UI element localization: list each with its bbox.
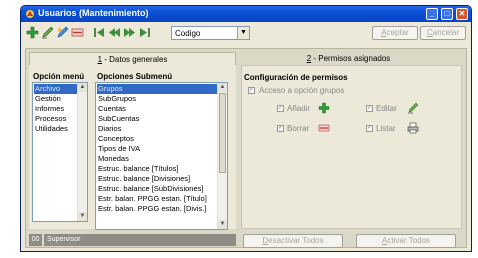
activate-all-label: ctivar Todos [387, 236, 430, 245]
scroll-up-icon[interactable]: ▲ [218, 83, 227, 92]
accept-button[interactable]: Aceptar [372, 26, 418, 40]
previous-record-icon[interactable] [108, 26, 121, 39]
access-label: Acceso a opción grupos [259, 86, 345, 95]
access-checkbox[interactable]: ✓ [248, 87, 255, 94]
maximize-button[interactable]: □ [441, 8, 453, 20]
scroll-up-icon[interactable]: ▲ [78, 83, 87, 92]
tab-general-label: - Datos generales [102, 55, 168, 64]
cancel-label: ancelar [432, 28, 460, 37]
delete-icon [318, 124, 330, 132]
add-icon[interactable] [26, 26, 39, 39]
tab-permissions[interactable]: 2 - Permisos asignados [241, 52, 456, 65]
edit-icon[interactable] [41, 26, 54, 39]
activate-all-button[interactable]: Activar Todos [356, 234, 456, 248]
menu-list-item[interactable]: Utilidades [34, 124, 77, 134]
submenu-list-item[interactable]: Estruc. balance [Títulos] [97, 164, 217, 174]
check-icon: ✓ [278, 125, 284, 131]
edit-label: Editar [376, 104, 397, 113]
delete-label: Borrar [287, 124, 310, 133]
submenu-list-item[interactable]: Diarios [97, 124, 217, 134]
submenu-header: Opciones Submenú [97, 72, 173, 81]
list-label: Listar [376, 124, 396, 133]
submenu-list-item[interactable]: Tipos de IVA [97, 144, 217, 154]
permissions-section: Configuración de permisos ✓ Acceso a opc… [241, 65, 462, 229]
list-checkbox[interactable]: ✓ [366, 125, 373, 132]
check-icon: ✓ [278, 105, 284, 111]
title-bar[interactable]: Usuarios (Mantenimiento) _ □ ✕ [21, 6, 471, 22]
deactivate-all-button[interactable]: Desactivar Todos [243, 234, 343, 248]
last-record-icon[interactable] [138, 26, 151, 39]
scroll-down-icon[interactable]: ▼ [78, 212, 87, 221]
close-button[interactable]: ✕ [456, 8, 468, 20]
sort-combo-value: Codigo [175, 29, 201, 38]
menu-list-item[interactable]: Archivo [34, 84, 77, 94]
view-icon[interactable] [56, 26, 69, 39]
status-bar: 00 Supervisor [29, 234, 236, 246]
scroll-down-icon[interactable]: ▼ [218, 220, 227, 229]
maximize-icon: □ [444, 9, 450, 18]
menu-list-item[interactable]: Informes [34, 104, 77, 114]
check-icon: ✓ [367, 105, 373, 111]
deactivate-all-label: esactivar Todos [268, 236, 324, 245]
cancel-button[interactable]: Cancelar [420, 26, 466, 40]
submenu-list-item[interactable]: Conceptos [97, 134, 217, 144]
submenu-list-item[interactable]: Estr. balan. PPGG estan. [Título] [97, 194, 217, 204]
minimize-icon: _ [429, 9, 435, 18]
main-window: Usuarios (Mantenimiento) _ □ ✕ Codigo ▼ … [20, 5, 472, 252]
submenu-list-item[interactable]: Estruc. balance [Divisiones] [97, 174, 217, 184]
scroll-thumb[interactable] [219, 93, 226, 173]
menu-list-item[interactable]: Gestión [34, 94, 77, 104]
tab-permissions-label: - Permisos asignados [311, 54, 391, 63]
submenu-scrollbar[interactable]: ▲ ▼ [217, 83, 227, 229]
submenu-list-item[interactable]: Estr. balan. PPGG estan. [Divis.] [97, 204, 217, 214]
submenu-list-item[interactable]: Estruc. balance [SubDivisiones] [97, 184, 217, 194]
app-icon [26, 10, 34, 18]
menu-section: Opción menú Opciones Submenú ▲ ▼ Archivo… [29, 65, 236, 230]
delete-icon[interactable] [71, 26, 84, 39]
submenu-list-item[interactable]: SubCuentas [97, 114, 217, 124]
next-record-icon[interactable] [123, 26, 136, 39]
window-title: Usuarios (Mantenimiento) [38, 8, 149, 18]
tab-general-data[interactable]: 1 - Datos generales [29, 52, 236, 65]
menu-list-item[interactable]: Procesos [34, 114, 77, 124]
submenu-list-item[interactable]: Grupos [97, 84, 217, 94]
user-code: 00 [29, 234, 42, 246]
minimize-button[interactable]: _ [426, 8, 438, 20]
sort-combo[interactable]: Codigo ▼ [171, 26, 250, 40]
delete-checkbox[interactable]: ✓ [277, 125, 284, 132]
submenu-list-item[interactable]: SubGrupos [97, 94, 217, 104]
permissions-header: Configuración de permisos [244, 73, 348, 82]
submenu-list-item[interactable]: Cuentas [97, 104, 217, 114]
first-record-icon[interactable] [93, 26, 106, 39]
accept-label: ceptar [386, 28, 409, 37]
menu-scrollbar[interactable]: ▲ ▼ [77, 83, 87, 221]
user-name: Supervisor [44, 234, 236, 246]
menu-list[interactable]: ▲ ▼ Archivo Gestión Informes Procesos Utilid… [32, 82, 88, 222]
add-checkbox[interactable]: ✓ [277, 105, 284, 112]
edit-checkbox[interactable]: ✓ [366, 105, 373, 112]
chevron-down-icon[interactable]: ▼ [237, 27, 249, 39]
submenu-list-item[interactable]: Monedas [97, 154, 217, 164]
check-icon: ✓ [367, 125, 373, 131]
check-icon: ✓ [249, 87, 255, 93]
close-icon: ✕ [458, 9, 466, 18]
edit-icon [408, 102, 419, 114]
add-icon [318, 102, 330, 114]
add-label: Añadir [287, 104, 311, 113]
menu-header: Opción menú [33, 72, 85, 81]
submenu-list[interactable]: ▲ ▼ Grupos SubGrupos Cuentas SubCuentas Diar… [95, 82, 228, 230]
toolbar: Codigo ▼ Aceptar Cancelar [21, 22, 471, 45]
printer-icon [407, 122, 419, 134]
tab-panel: 1 - Datos generales 2 - Permisos asignad… [25, 48, 467, 248]
